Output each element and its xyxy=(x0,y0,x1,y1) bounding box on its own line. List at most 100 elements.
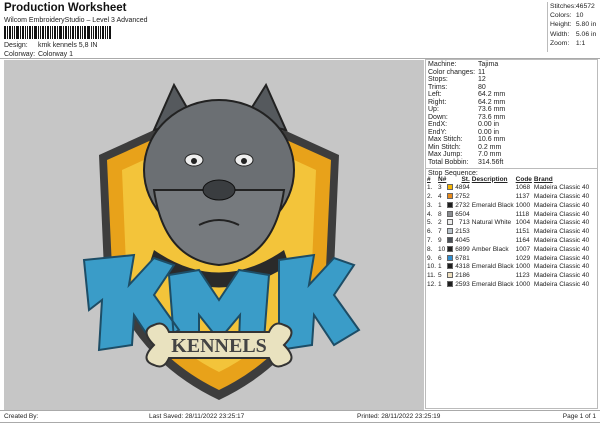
seq-number: 1. xyxy=(427,184,433,192)
description: Amber Black xyxy=(471,245,509,253)
stitch-count: 4894 xyxy=(455,184,470,192)
brand: Madeira Classic 40 xyxy=(533,219,590,227)
stitch-count: 2732 xyxy=(455,201,470,209)
table-row: 6. 7 2153 1151 Madeira Classic 40 xyxy=(426,228,590,237)
machine-value: 12 xyxy=(478,76,486,83)
machine-label: EndX: xyxy=(428,121,448,128)
logo-text: KENNELS xyxy=(171,335,267,357)
brand: Madeira Classic 40 xyxy=(533,201,590,209)
seq-number: 4. xyxy=(427,210,433,218)
machine-row: Color changes: 11 xyxy=(428,69,595,77)
footer: Created By: Last Saved: 28/11/2022 23:25… xyxy=(0,410,600,423)
stitch-count: 4045 xyxy=(455,237,470,245)
dog-nose xyxy=(202,179,236,201)
machine-row: Max Stitch: 10.6 mm xyxy=(428,136,595,144)
stat-row: Height: 5.80 in xyxy=(550,20,600,29)
needle-number: 10 xyxy=(438,245,446,253)
table-row: 1. 3 4894 1068 Madeira Classic 40 xyxy=(426,184,590,193)
machine-value: 80 xyxy=(478,83,486,91)
machine-value: 73.6 mm xyxy=(478,106,506,113)
colorway: Colorway: Colorway 1 xyxy=(4,51,73,58)
table-row: 4. 8 6504 1118 Madeira Classic 40 xyxy=(426,210,590,220)
brand: Madeira Classic 40 xyxy=(533,184,590,192)
stop-sequence-table: # N# St. Description Code Brand 1. 3 4894 1068 Ma… xyxy=(426,176,590,290)
stat-value: 10 xyxy=(575,12,584,20)
stat-row: Width: 5.06 in xyxy=(550,30,600,39)
code: 1004 xyxy=(515,219,531,227)
stat-value: 5.06 in xyxy=(575,30,597,38)
brand: Madeira Classic 40 xyxy=(533,245,590,253)
table-row: 8. 10 6899 Amber Black 1007 Madeira Classic 4… xyxy=(426,245,590,255)
machine-label: Down: xyxy=(428,113,448,121)
description: Emerald Black xyxy=(471,201,514,209)
stat-value: 46572 xyxy=(575,3,595,10)
machine-label: Right: xyxy=(428,98,447,106)
machine-value: Tajima xyxy=(478,61,499,68)
needle-number: 2 xyxy=(438,219,442,227)
code: 1151 xyxy=(515,228,530,236)
seq-number: 2. xyxy=(427,193,433,201)
description xyxy=(471,211,515,220)
brand: Madeira Classic 40 xyxy=(533,254,590,262)
code: 1068 xyxy=(515,184,531,192)
brand: Madeira Classic 40 xyxy=(533,281,590,289)
stat-label: Width: xyxy=(550,30,570,38)
color-swatch xyxy=(447,219,454,226)
needle-number: 1 xyxy=(438,281,442,289)
machine-label: Max Stitch: xyxy=(428,136,463,143)
code: 1007 xyxy=(515,245,531,253)
stat-label: Height: xyxy=(550,21,572,29)
stat-row: Stitches: 46572 xyxy=(550,2,600,11)
machine-label: Min Stitch: xyxy=(428,143,461,151)
stitch-count: 2186 xyxy=(455,272,470,280)
color-swatch xyxy=(447,245,454,252)
needle-number: 1 xyxy=(438,263,442,271)
color-swatch xyxy=(447,272,454,279)
machine-row: Total Bobbin: 314.56ft xyxy=(428,159,595,167)
machine-row: EndX: 0.00 in xyxy=(428,121,595,129)
brand: Madeira Classic 40 xyxy=(533,272,590,280)
color-swatch xyxy=(447,201,454,208)
stat-row: Zoom: 1:1 xyxy=(550,39,600,48)
needle-number: 3 xyxy=(438,184,442,192)
machine-value: 314.56ft xyxy=(478,158,504,166)
machine-label: Max Jump: xyxy=(428,151,463,158)
machine-value: 64.2 mm xyxy=(478,98,506,106)
seq-number: 7. xyxy=(427,237,433,245)
stat-row: Colors: 10 xyxy=(550,11,600,20)
design-label: Design: xyxy=(4,42,28,49)
description xyxy=(471,272,515,281)
code: 1164 xyxy=(515,237,530,245)
code: 1000 xyxy=(515,201,531,209)
seq-number: 8. xyxy=(427,245,433,253)
column-header: Brand xyxy=(533,175,553,183)
seq-number: 11. xyxy=(427,272,436,280)
description xyxy=(471,228,515,237)
design-value: kmk kennels 5,8 IN xyxy=(37,42,98,49)
machine-row: Up: 73.6 mm xyxy=(428,106,595,114)
table-row: 12. 1 2593 Emerald Black 1000 Madeira Classic… xyxy=(426,281,590,290)
machine-value: 0.00 in xyxy=(478,128,500,136)
stat-label: Colors: xyxy=(550,12,572,20)
table-row: 9. 6 6781 1029 Madeira Classic 40 xyxy=(426,254,590,264)
info-panel: Machine: Tajima Color changes: 11 Stops: 12 Tr… xyxy=(425,59,598,409)
page-number: Page 1 of 1 xyxy=(562,413,596,420)
needle-number: 8 xyxy=(438,210,442,218)
machine-row: Stops: 12 xyxy=(428,76,595,84)
printed-date: Printed: 28/11/2022 23:25:19 xyxy=(357,413,441,420)
description: Emerald Black xyxy=(471,281,514,289)
needle-number: 7 xyxy=(438,228,442,236)
table-row: 10. 1 4318 Emerald Black 1000 Madeira Classic… xyxy=(426,263,590,272)
needle-number: 4 xyxy=(438,193,442,201)
machine-row: Down: 73.6 mm xyxy=(428,114,595,122)
color-swatch xyxy=(447,281,454,288)
table-row: 3. 1 2732 Emerald Black 1000 Madeira Classic … xyxy=(426,201,590,211)
seq-number: 3. xyxy=(427,201,433,209)
code: 1000 xyxy=(515,281,531,289)
design-stats: Stitches: 46572 Colors: 10 Height: 5.80 in… xyxy=(547,2,600,52)
machine-label: Machine: xyxy=(428,61,457,68)
code: 1000 xyxy=(515,263,531,271)
machine-label: Total Bobbin: xyxy=(428,158,469,166)
description xyxy=(471,193,515,202)
color-swatch xyxy=(447,254,454,261)
